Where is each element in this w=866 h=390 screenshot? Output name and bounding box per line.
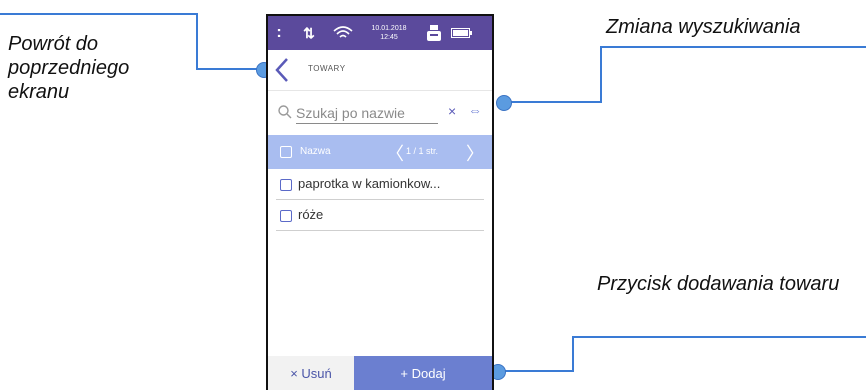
select-all-checkbox[interactable] [280, 146, 292, 158]
callout-line-search-horizontal [508, 101, 602, 103]
search-icon [278, 105, 292, 119]
status-date: 10.01.2018 [371, 25, 407, 32]
search-row: × ⇔ [268, 97, 492, 129]
header: TOWARY [268, 50, 492, 91]
callout-line-add-vertical [572, 336, 574, 372]
network-icon: ⇅ [303, 24, 315, 41]
callout-line-back-top [0, 13, 198, 15]
battery-icon [450, 16, 474, 50]
item-label: róże [298, 207, 324, 222]
annotation-search-toggle: Zmiana wyszukiwania [606, 16, 801, 38]
status-time: 12:45 [380, 34, 398, 41]
annotation-back: Powrót do poprzedniego ekranu [8, 33, 130, 103]
clear-search-button[interactable]: × [448, 103, 456, 119]
datetime: 10.01.2018 12:45 [364, 16, 414, 50]
chevron-left-icon [275, 58, 288, 82]
pagination-label: 1 / 1 str. [406, 146, 439, 156]
prev-page-button[interactable]: 〈 [386, 140, 404, 166]
next-page-button[interactable]: 〉 [466, 140, 484, 166]
callout-line-back-horizontal [196, 68, 260, 70]
list-item[interactable]: paprotka w kamionkow... [276, 169, 484, 200]
callout-line-search-top [600, 46, 866, 48]
delete-button[interactable]: × Usuń [268, 356, 354, 390]
item-label: paprotka w kamionkow... [298, 176, 441, 191]
column-name-label: Nazwa [300, 146, 331, 157]
wifi-icon [332, 16, 354, 50]
callout-dot-search [496, 95, 512, 111]
callout-line-back-vertical [196, 13, 198, 70]
search-input[interactable] [296, 103, 438, 124]
printer-icon [424, 16, 444, 50]
menu-icon[interactable]: : [274, 16, 284, 50]
page-title: TOWARY [308, 64, 346, 73]
callout-line-add-top [572, 336, 866, 338]
phone-screen: : ⇅ 10.01.2018 12:45 TOWARY Szukaj po na… [266, 14, 494, 390]
item-checkbox[interactable] [280, 210, 292, 222]
status-bar: : ⇅ 10.01.2018 12:45 [268, 16, 492, 50]
callout-line-add-horizontal [502, 370, 574, 372]
footer: × Usuń + Dodaj [268, 356, 492, 390]
list-header: Nazwa 〈 1 / 1 str. 〉 [268, 135, 492, 169]
callout-line-search-vertical [600, 46, 602, 103]
add-button[interactable]: + Dodaj [354, 356, 492, 390]
search-mode-toggle-button[interactable]: ⇔ [468, 102, 482, 118]
list-item[interactable]: róże [276, 200, 484, 231]
annotation-add: Przycisk dodawania towaru [597, 273, 840, 295]
back-button[interactable] [268, 54, 296, 86]
item-checkbox[interactable] [280, 179, 292, 191]
